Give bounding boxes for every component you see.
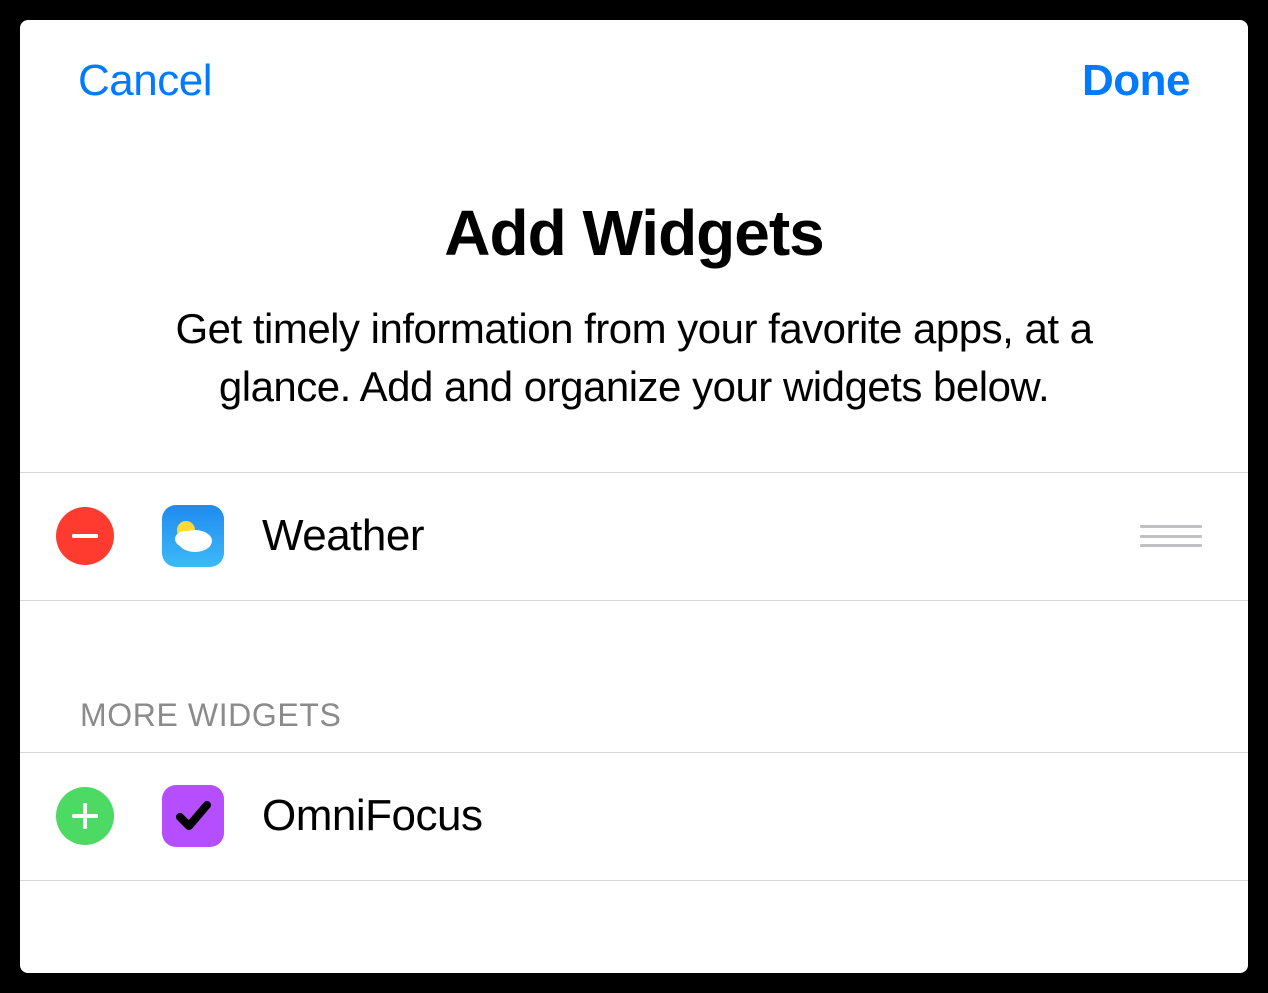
more-widgets-list: OmniFocus bbox=[20, 753, 1248, 881]
drag-handle-icon[interactable] bbox=[1140, 525, 1202, 547]
active-widgets-list: Weather bbox=[20, 472, 1248, 601]
page-title: Add Widgets bbox=[160, 196, 1108, 270]
cancel-button[interactable]: Cancel bbox=[78, 56, 212, 106]
widget-row-label: Weather bbox=[262, 511, 1140, 561]
checkmark-icon bbox=[172, 795, 214, 837]
title-block: Add Widgets Get timely information from … bbox=[20, 106, 1248, 472]
minus-icon bbox=[72, 534, 98, 538]
omnifocus-app-icon bbox=[162, 785, 224, 847]
widget-row-weather[interactable]: Weather bbox=[20, 473, 1248, 601]
more-widgets-header: MORE WIDGETS bbox=[20, 601, 1248, 753]
plus-icon bbox=[71, 802, 99, 830]
weather-app-icon bbox=[162, 505, 224, 567]
done-button[interactable]: Done bbox=[1082, 56, 1190, 106]
page-subtitle: Get timely information from your favorit… bbox=[160, 300, 1108, 416]
add-widgets-sheet: Cancel Done Add Widgets Get timely infor… bbox=[20, 20, 1248, 973]
add-widget-button[interactable] bbox=[56, 787, 114, 845]
remove-widget-button[interactable] bbox=[56, 507, 114, 565]
header-bar: Cancel Done bbox=[20, 20, 1248, 106]
widget-row-label: OmniFocus bbox=[262, 791, 1208, 841]
widget-row-omnifocus[interactable]: OmniFocus bbox=[20, 753, 1248, 881]
